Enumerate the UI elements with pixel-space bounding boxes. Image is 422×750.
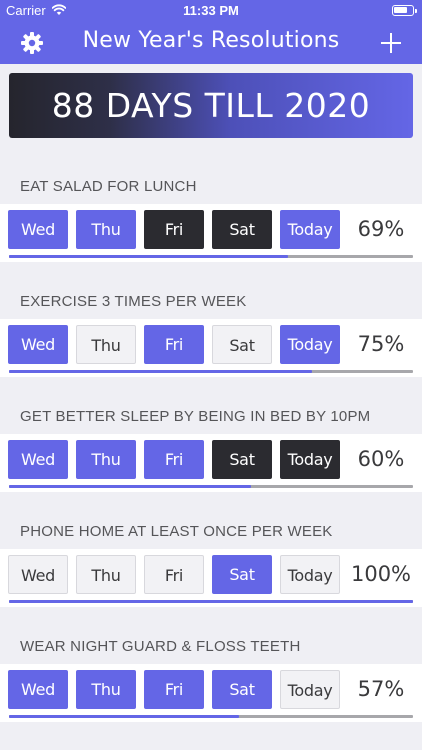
day-button-fri[interactable]: Fri — [144, 440, 204, 479]
progress-track — [9, 255, 413, 258]
day-button-today[interactable]: Today — [280, 555, 340, 594]
resolution-title: WEAR NIGHT GUARD & FLOSS TEETH — [20, 638, 301, 655]
progress-track — [9, 715, 413, 718]
day-button-thu[interactable]: Thu — [76, 325, 136, 364]
day-button-fri[interactable]: Fri — [144, 210, 204, 249]
day-button-thu[interactable]: Thu — [76, 555, 136, 594]
percent-label: 75% — [357, 332, 405, 356]
day-button-today[interactable]: Today — [280, 325, 340, 364]
progress-fill — [9, 370, 312, 373]
status-time: 11:33 PM — [183, 3, 239, 18]
status-bar: Carrier 11:33 PM — [0, 0, 422, 22]
battery-icon — [392, 5, 417, 16]
progress-track — [9, 370, 413, 373]
progress-fill — [9, 600, 413, 603]
day-button-sat[interactable]: Sat — [212, 440, 272, 479]
day-button-today[interactable]: Today — [280, 210, 340, 249]
resolution-row: Wed Thu Fri Sat Today 60% — [0, 434, 422, 492]
day-button-fri[interactable]: Fri — [144, 325, 204, 364]
resolution-row: Wed Thu Fri Sat Today 57% — [0, 664, 422, 722]
page-title: New Year's Resolutions — [82, 28, 340, 53]
day-button-fri[interactable]: Fri — [144, 670, 204, 709]
day-button-wed[interactable]: Wed — [8, 555, 68, 594]
day-button-wed[interactable]: Wed — [8, 670, 68, 709]
resolution-row: Wed Thu Fri Sat Today 75% — [0, 319, 422, 377]
progress-track — [9, 600, 413, 603]
progress-fill — [9, 255, 288, 258]
battery-level — [394, 7, 407, 13]
resolution-row: Wed Thu Fri Sat Today 100% — [0, 549, 422, 607]
resolution-title: EXERCISE 3 TIMES PER WEEK — [20, 293, 247, 310]
day-button-sat[interactable]: Sat — [212, 670, 272, 709]
day-button-thu[interactable]: Thu — [76, 440, 136, 479]
day-button-wed[interactable]: Wed — [8, 440, 68, 479]
resolution-row: Wed Thu Fri Sat Today 69% — [0, 204, 422, 262]
resolution-title: PHONE HOME AT LEAST ONCE PER WEEK — [20, 523, 333, 540]
countdown-banner: 88 DAYS TILL 2020 — [9, 73, 413, 138]
day-button-sat[interactable]: Sat — [212, 325, 272, 364]
nav-bar: New Year's Resolutions — [0, 22, 422, 64]
progress-track — [9, 485, 413, 488]
day-button-sat[interactable]: Sat — [212, 210, 272, 249]
day-button-today[interactable]: Today — [280, 440, 340, 479]
percent-label: 100% — [350, 562, 412, 586]
percent-label: 60% — [357, 447, 405, 471]
resolution-title: EAT SALAD FOR LUNCH — [20, 178, 197, 195]
day-button-fri[interactable]: Fri — [144, 555, 204, 594]
progress-fill — [9, 485, 252, 488]
day-button-thu[interactable]: Thu — [76, 210, 136, 249]
percent-label: 69% — [357, 217, 405, 241]
resolution-title: GET BETTER SLEEP BY BEING IN BED BY 10PM — [20, 408, 371, 425]
plus-icon[interactable] — [380, 32, 402, 54]
progress-fill — [9, 715, 240, 718]
day-button-today[interactable]: Today — [280, 670, 340, 709]
day-button-wed[interactable]: Wed — [8, 325, 68, 364]
percent-label: 57% — [357, 677, 405, 701]
day-button-thu[interactable]: Thu — [76, 670, 136, 709]
day-button-wed[interactable]: Wed — [8, 210, 68, 249]
day-button-sat[interactable]: Sat — [212, 555, 272, 594]
